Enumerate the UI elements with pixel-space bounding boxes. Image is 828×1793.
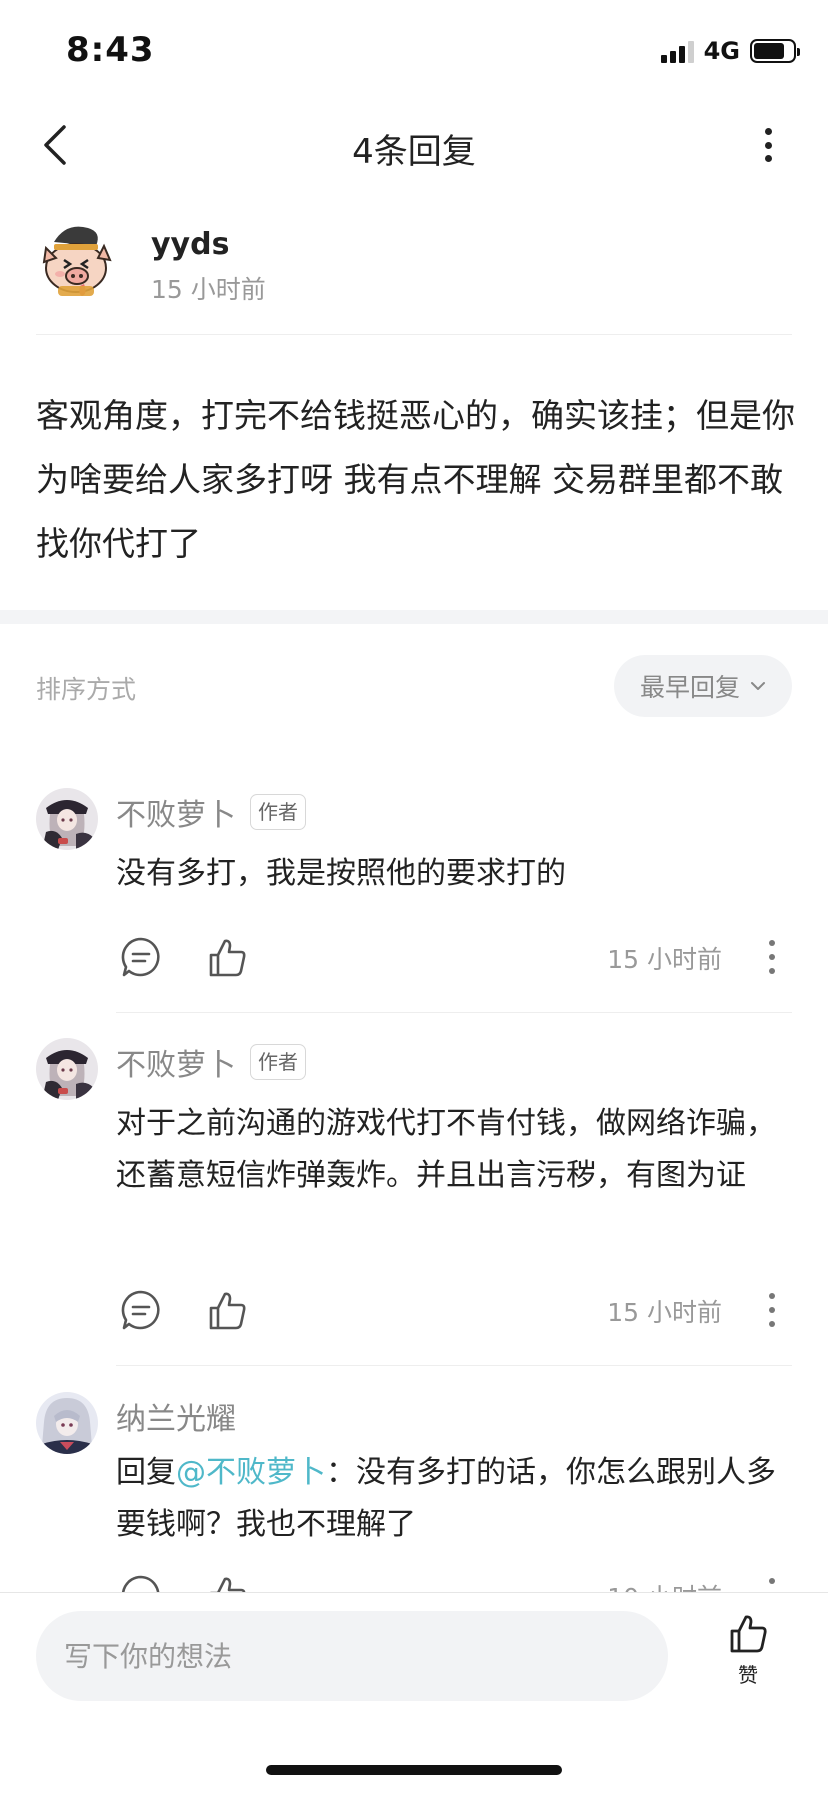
anime-avatar-icon xyxy=(36,788,98,850)
like-button[interactable] xyxy=(202,932,252,982)
like-button[interactable] xyxy=(202,1570,252,1592)
reply-more-button[interactable] xyxy=(762,1574,782,1592)
reply-author-name[interactable]: 纳兰光耀 xyxy=(116,1394,236,1438)
sort-label: 排序方式 xyxy=(36,675,137,704)
thumbs-up-icon xyxy=(210,1577,246,1592)
nav-bar: 4条回复 xyxy=(0,100,828,192)
like-button[interactable] xyxy=(202,1285,252,1335)
reply-time: 15 小时前 xyxy=(607,945,722,974)
post-header: yyds 15 小时前 xyxy=(36,215,792,335)
status-time: 8:43 xyxy=(66,30,155,70)
comment-icon xyxy=(121,937,160,977)
like-label: 赞 xyxy=(738,1663,758,1687)
author-badge: 作者 xyxy=(250,794,306,830)
reply-time: 10 小时前 xyxy=(607,1578,722,1592)
battery-icon xyxy=(750,39,800,63)
comment-icon xyxy=(121,1575,160,1592)
thumbs-up-icon xyxy=(730,1615,767,1653)
post-time: 15 小时前 xyxy=(151,275,266,304)
author-name[interactable]: yyds xyxy=(151,227,229,262)
reply-more-button[interactable] xyxy=(762,936,782,978)
anime-avatar-icon xyxy=(36,1392,98,1454)
signal-icon xyxy=(660,39,694,63)
divider xyxy=(116,1365,792,1366)
comment-button[interactable] xyxy=(116,1285,166,1335)
page-title: 4条回复 xyxy=(352,132,476,172)
reply-content: 回复@不败萝卜：没有多打的话，你怎么跟别人多要钱啊？我也不理解了 xyxy=(116,1447,792,1551)
status-bar: 8:43 4G xyxy=(0,0,828,100)
pig-avatar-icon xyxy=(42,226,112,296)
reply-header: 不败萝卜 作者 xyxy=(116,1040,306,1084)
network-type: 4G xyxy=(703,37,740,65)
reply-author-name[interactable]: 不败萝卜 xyxy=(116,1040,236,1084)
comment-input[interactable] xyxy=(36,1611,668,1701)
chevron-down-icon xyxy=(751,682,765,690)
divider xyxy=(116,1012,792,1013)
section-divider xyxy=(0,610,828,624)
sort-option: 最早回复 xyxy=(639,673,740,702)
status-indicators: 4G xyxy=(660,36,800,66)
like-post-button[interactable]: 赞 xyxy=(716,1611,780,1701)
avatar[interactable] xyxy=(36,220,118,302)
comment-button[interactable] xyxy=(116,932,166,982)
post-content: 客观角度，打完不给钱挺恶心的，确实该挂；但是你为啥要给人家多打呀 我有点不理解 … xyxy=(36,396,795,563)
reply-time: 15 小时前 xyxy=(607,1298,722,1327)
avatar[interactable] xyxy=(36,788,98,850)
reply-header: 纳兰光耀 xyxy=(116,1394,236,1438)
reply-actions: 15 小时前 xyxy=(116,1285,792,1335)
reply-content: 没有多打，我是按照他的要求打的 xyxy=(116,856,566,891)
divider xyxy=(36,334,792,335)
reply-item: 不败萝卜 作者 没有多打，我是按照他的要求打的 15 小时前 xyxy=(36,788,792,1018)
comment-icon xyxy=(121,1290,160,1330)
reply-prefix: 回复 xyxy=(116,1455,176,1490)
comment-button[interactable] xyxy=(116,1570,166,1592)
reply-author-name[interactable]: 不败萝卜 xyxy=(116,790,236,834)
more-options-button[interactable] xyxy=(748,122,788,168)
reply-item: 不败萝卜 作者 对于之前沟通的游戏代打不肯付钱，做网络诈骗，还蓄意短信炸弹轰炸。… xyxy=(36,1038,792,1368)
anime-avatar-icon xyxy=(36,1038,98,1100)
avatar[interactable] xyxy=(36,1392,98,1454)
thumbs-up-icon xyxy=(209,939,246,977)
reply-header: 不败萝卜 作者 xyxy=(116,790,306,834)
author-badge: 作者 xyxy=(250,1044,306,1080)
reply-more-button[interactable] xyxy=(762,1289,782,1331)
reply-actions: 15 小时前 xyxy=(116,932,792,982)
reply-actions: 10 小时前 xyxy=(116,1570,792,1592)
bottom-bar: 赞 xyxy=(0,1592,828,1793)
reply-item: 纳兰光耀 回复@不败萝卜：没有多打的话，你怎么跟别人多要钱啊？我也不理解了 10… xyxy=(36,1392,792,1592)
mention-link[interactable]: @不败萝卜 xyxy=(176,1455,326,1490)
sort-dropdown[interactable]: 最早回复 xyxy=(613,655,792,717)
thumbs-up-icon xyxy=(209,1292,246,1330)
reply-content: 对于之前沟通的游戏代打不肯付钱，做网络诈骗，还蓄意短信炸弹轰炸。并且出言污秽，有… xyxy=(116,1106,776,1193)
home-indicator xyxy=(266,1765,562,1775)
avatar[interactable] xyxy=(36,1038,98,1100)
